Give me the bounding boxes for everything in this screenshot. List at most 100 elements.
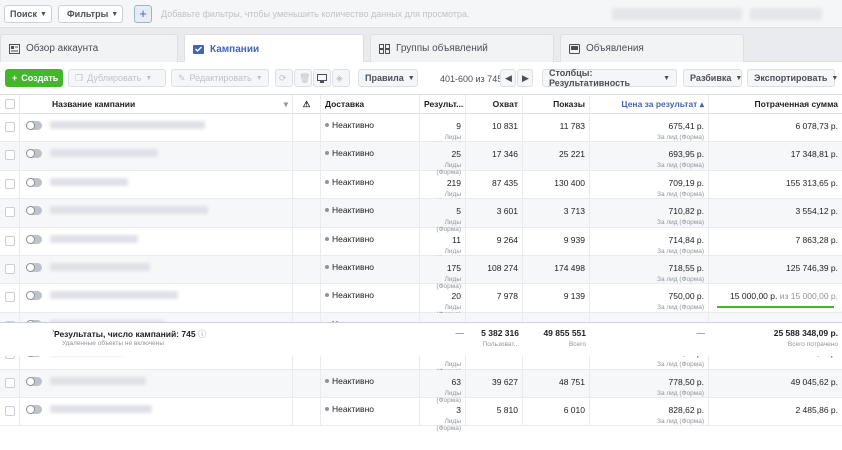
search-button[interactable]: Поиск ▼ (4, 5, 52, 23)
create-button[interactable]: + Создать (5, 69, 63, 87)
impressions-value: 25 221 (559, 149, 585, 160)
results-value: 63 (451, 376, 461, 387)
table-row[interactable]: Неактивно 3 Лиды (Форма) 5 810 6 010 828,62 р… (0, 398, 842, 432)
delivery-cell: Неактивно (321, 199, 420, 227)
tab-account-overview[interactable]: Обзор аккаунта (0, 34, 178, 62)
name-cell (20, 398, 293, 426)
next-page-button[interactable]: ▶ (517, 69, 533, 87)
warning-cell (293, 227, 321, 255)
columns-label: Столбцы: Результативность (549, 68, 631, 88)
tab-ads[interactable]: Объявления (560, 34, 744, 62)
info-icon[interactable]: ⓘ (198, 329, 207, 339)
status-dot-icon (325, 208, 329, 213)
status-dot-icon (325, 236, 329, 241)
impressions-cell: 25 221 (523, 142, 590, 170)
blurred-account-info (750, 8, 822, 20)
duplicate-button-label: Дублировать (87, 73, 142, 83)
status-dot-icon (325, 265, 329, 269)
results-value: 25 (451, 149, 461, 160)
ab-test-button[interactable]: ⟳ (275, 69, 293, 87)
amount-spent-cell: 49 045,62 р. (709, 370, 842, 397)
header-reach[interactable]: Охват (466, 95, 523, 114)
add-filter-button[interactable]: + (134, 5, 152, 23)
tab-ad-sets[interactable]: Группы объявлений (370, 34, 554, 62)
reach-cell: 39 627 (466, 369, 523, 397)
tag-button[interactable]: ◈ (332, 69, 350, 87)
table-row[interactable]: Неактивно 20Лиды (Форма) 7 978 9 139 750,00 … (0, 284, 842, 318)
totals-spent-sub: Всего потрачено (787, 341, 838, 348)
cost-per-result-cell: 750,00 р. За лид (Форма) (590, 284, 709, 312)
columns-dropdown[interactable]: Столбцы: Результативность ▼ (542, 68, 677, 88)
totals-cost-per-result: — (696, 328, 706, 338)
reach-value: 10 831 (492, 121, 518, 131)
results-value: 5 (456, 206, 461, 217)
delivery-cell: Неактивно (321, 227, 420, 255)
select-cell (0, 199, 20, 227)
header-cost-per-result[interactable]: Цена за результат ▴ (590, 95, 709, 114)
select-cell (0, 227, 20, 255)
reach-value: 87 435 (492, 177, 518, 188)
results-value: 11 (452, 234, 461, 245)
impressions-cell: 9 139 (523, 284, 590, 312)
cost-per-result-type: За лид (Форма) (657, 304, 704, 312)
warning-cell (293, 284, 321, 312)
edit-button[interactable]: ✎ Редактировать ▼ (171, 69, 269, 87)
header-results[interactable]: Результ... (420, 95, 466, 114)
amount-spent-value: 6 078,73 р. (795, 121, 838, 131)
results-value: 9 (456, 121, 461, 131)
table-row[interactable]: Неактивно 25 Лиды (Форма) 17 346 25 221 693,9… (0, 142, 842, 176)
table-row[interactable]: Неактивно 175 Лиды (Форма) 108 274 174 498 71… (0, 256, 842, 290)
header-delivery[interactable]: Доставка (321, 95, 420, 114)
cost-per-result-value: 778,50 р. (668, 376, 704, 387)
status-dot-icon (325, 151, 329, 156)
table-row[interactable]: Неактивно 219Лиды (Форма) 87 435 130 400 709… (0, 170, 842, 205)
column-menu-icon[interactable]: ▾ (284, 95, 288, 114)
results-cell: 11Лиды (Форма) (420, 227, 466, 262)
budget-progress-bar (717, 305, 834, 308)
budget-limit: из 15 000,00 р. (779, 291, 838, 302)
table-row[interactable]: Неактивно 5 Лиды (Форма) 3 601 3 713 710,82 р… (0, 199, 842, 233)
header-campaign-name[interactable]: Название кампании ▾ (48, 95, 293, 114)
rules-dropdown[interactable]: Правила ▼ (358, 69, 418, 87)
delete-button[interactable]: 🗑 (294, 69, 312, 87)
pagination-text: 401-600 из 745 (440, 74, 503, 84)
impressions-value: 11 783 (559, 121, 585, 131)
reach-value: 108 274 (487, 263, 518, 273)
toolbar: + Создать ❐ Дублировать ▼ ✎ Редактироват… (0, 62, 842, 94)
table-header: Название кампании ▾ ⚠ Доставка Результ..… (0, 94, 842, 114)
reach-cell: 3 601 (466, 199, 523, 227)
select-cell (0, 114, 20, 142)
prev-page-button[interactable]: ◀ (500, 69, 516, 87)
cost-per-result-value: 709,19 р. (668, 177, 704, 188)
amount-spent-cell: 125 746,39 р. (709, 256, 842, 283)
chevron-down-icon: ▼ (831, 74, 839, 82)
impressions-value: 3 713 (563, 206, 585, 217)
reach-value: 39 627 (492, 376, 518, 387)
header-amount-spent[interactable]: Потраченная сумма (709, 95, 842, 114)
header-impressions[interactable]: Показы (523, 95, 590, 114)
filters-button[interactable]: Фильтры ▼ (58, 5, 123, 23)
warning-cell (293, 256, 321, 284)
amount-spent-value: 15 000,00 р. (730, 291, 778, 302)
name-cell (20, 170, 293, 199)
preview-button[interactable] (313, 69, 331, 87)
delivery-status: Неактивно (332, 404, 374, 414)
cost-per-result-type: За лид (Форма) (657, 162, 704, 170)
export-dropdown[interactable]: Экспортировать ▼ (747, 69, 839, 87)
duplicate-button[interactable]: ❐ Дублировать ▼ (68, 69, 166, 87)
results-cell: 5 Лиды (Форма) (420, 199, 466, 233)
amount-spent-cell: 17 348,81 р. (709, 142, 842, 169)
delivery-status: Неактивно (332, 148, 374, 159)
table-row[interactable]: Неактивно 9Лиды (Форма) 10 831 11 783 675,41… (0, 114, 842, 148)
table-row[interactable]: Неактивно 63 Лиды (Форма) 39 627 48 751 778,5… (0, 369, 842, 404)
campaign-folder-icon (193, 45, 204, 54)
breakdown-dropdown[interactable]: Разбивка ▼ (683, 69, 742, 87)
results-cell: 63 Лиды (Форма) (420, 369, 466, 404)
select-all-checkbox[interactable] (5, 99, 15, 109)
tab-campaigns[interactable]: Кампании (184, 34, 364, 63)
amount-spent-cell: 15 000,00 р. из 15 000,00 р. (709, 284, 842, 311)
delivery-status: Неактивно (332, 176, 374, 187)
impressions-cell: 174 498 (523, 256, 590, 284)
reach-cell: 7 978 (466, 284, 523, 312)
table-row[interactable]: Неактивно 11Лиды (Форма) 9 264 9 939 714,84 … (0, 227, 842, 262)
